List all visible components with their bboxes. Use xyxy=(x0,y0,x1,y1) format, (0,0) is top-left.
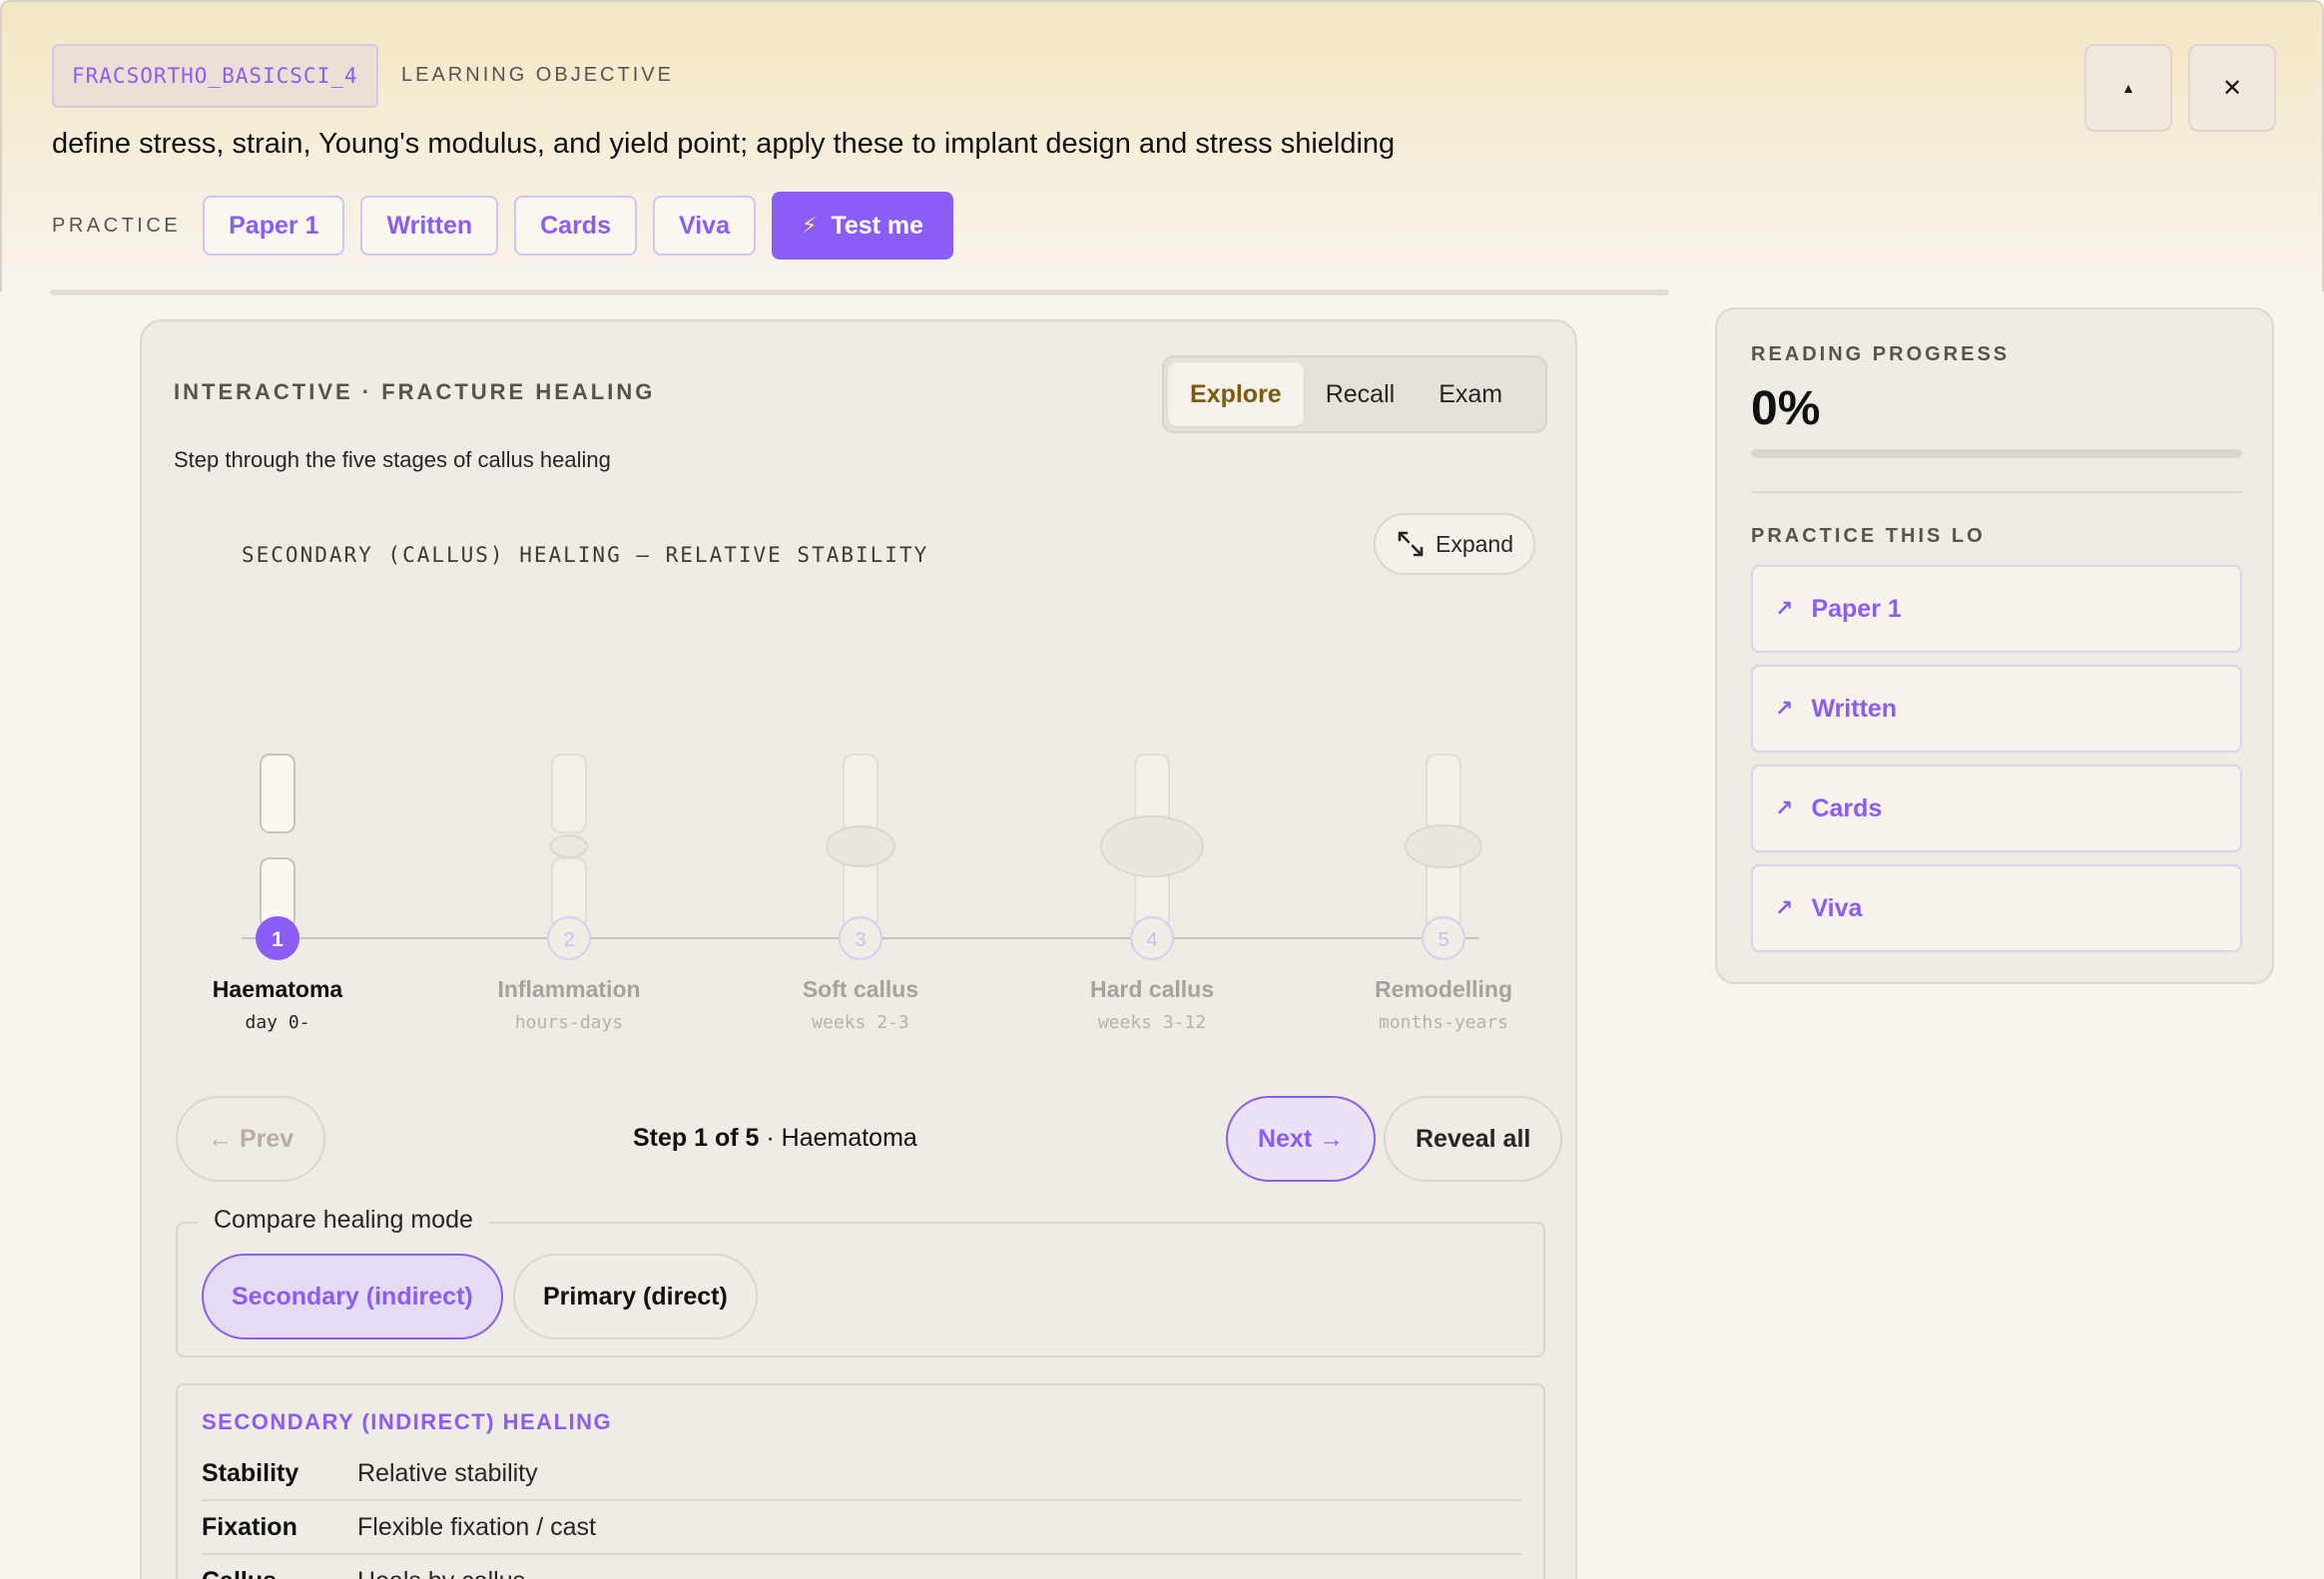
progress-label: READING PROGRESS xyxy=(1751,343,2011,365)
info-value: Heals by callus xyxy=(357,1567,525,1579)
step-count: Step 1 of 5 xyxy=(633,1124,760,1152)
stage-3-soft-callus xyxy=(826,825,895,867)
info-row: Stability Relative stability xyxy=(202,1447,1521,1501)
reading-progress-panel: READING PROGRESS 0% PRACTICE THIS LO ↗ P… xyxy=(1715,307,2274,984)
progress-percent: 0% xyxy=(1751,382,1821,435)
lo-header: FRACSORTHO_BASICSCI_4 LEARNING OBJECTIVE… xyxy=(0,0,2324,291)
stage-5-time: months-years xyxy=(1378,1012,1509,1033)
sidebar-link-viva[interactable]: ↗ Viva xyxy=(1751,864,2242,952)
lo-code-badge: FRACSORTHO_BASICSCI_4 xyxy=(52,44,378,108)
stage-1-name: Haematoma xyxy=(212,976,343,1002)
stage-4-number: 4 xyxy=(1146,929,1157,951)
compare-legend: Compare healing mode xyxy=(198,1206,489,1235)
stage-2-time: hours-days xyxy=(514,1012,624,1033)
arrow-up-right-icon: ↗ xyxy=(1775,596,1794,621)
next-button[interactable]: Next → xyxy=(1226,1096,1377,1182)
stages-svg: 1 2 3 4 5 xyxy=(242,754,1482,960)
stage-1-number: 1 xyxy=(272,928,284,951)
sidebar-link-cards[interactable]: ↗ Cards xyxy=(1751,765,2242,852)
stage-1-time: day 0- xyxy=(245,1012,310,1033)
test-me-button[interactable]: ⚡ Test me xyxy=(771,192,954,260)
info-key: Stability xyxy=(202,1458,299,1487)
header-divider xyxy=(50,289,1669,295)
practice-lo-label: PRACTICE THIS LO xyxy=(1751,525,1986,547)
healing-info-panel: SECONDARY (INDIRECT) HEALING Stability R… xyxy=(176,1383,1545,1579)
stage-3-upper-fragment xyxy=(843,754,878,833)
stage-2-upper-fragment xyxy=(551,754,587,833)
arrow-up-right-icon: ↗ xyxy=(1775,895,1794,920)
info-key: Fixation xyxy=(202,1512,297,1541)
practice-written-button[interactable]: Written xyxy=(360,196,499,256)
stage-5-number: 5 xyxy=(1438,929,1449,951)
mode-primary-button[interactable]: Primary (direct) xyxy=(513,1254,758,1339)
mode-secondary-button[interactable]: Secondary (indirect) xyxy=(202,1254,503,1339)
practice-viva-button[interactable]: Viva xyxy=(653,196,756,256)
step-indicator: Step 1 of 5 · Haematoma xyxy=(633,1124,917,1153)
stage-2-number: 2 xyxy=(563,929,574,951)
info-row: Fixation Flexible fixation / cast xyxy=(202,1501,1521,1555)
caret-up-icon: ▲ xyxy=(2121,80,2135,96)
stage-4-hard-callus xyxy=(1100,815,1204,877)
progress-bar xyxy=(1751,449,2242,458)
info-value: Flexible fixation / cast xyxy=(357,1512,596,1541)
sidebar-link-label: Cards xyxy=(1811,793,1883,822)
practice-paper1-button[interactable]: Paper 1 xyxy=(203,196,345,256)
stage-4-name: Hard callus xyxy=(1090,976,1214,1002)
sidebar-divider xyxy=(1751,491,2242,493)
stage-3-number: 3 xyxy=(855,929,866,951)
stage-5-upper-fragment xyxy=(1426,754,1461,833)
close-button[interactable]: ✕ xyxy=(2188,44,2276,132)
stage-2-haematoma xyxy=(550,834,588,858)
test-me-label: Test me xyxy=(831,211,924,240)
fracture-healing-card: INTERACTIVE · FRACTURE HEALING Explore R… xyxy=(140,319,1577,1579)
stage-1-upper-fragment xyxy=(260,754,295,833)
collapse-button[interactable]: ▲ xyxy=(2084,44,2172,132)
sidebar-link-label: Paper 1 xyxy=(1811,594,1902,623)
sidebar-link-label: Viva xyxy=(1811,893,1863,922)
arrow-up-right-icon: ↗ xyxy=(1775,696,1794,721)
sidebar-link-label: Written xyxy=(1811,694,1898,723)
reveal-all-button[interactable]: Reveal all xyxy=(1384,1096,1563,1182)
stage-5-name: Remodelling xyxy=(1374,976,1512,1002)
prev-button[interactable]: ← Prev xyxy=(176,1096,326,1182)
practice-row: PRACTICE Paper 1 Written Cards Viva ⚡ Te… xyxy=(52,192,969,260)
stage-2-name: Inflammation xyxy=(497,976,641,1002)
stage-3-name: Soft callus xyxy=(802,976,919,1002)
info-row: Callus Heals by callus xyxy=(202,1555,1521,1579)
step-name: · Haematoma xyxy=(766,1124,917,1152)
close-icon: ✕ xyxy=(2221,74,2243,102)
stage-4-time: weeks 3-12 xyxy=(1097,1012,1207,1033)
stage-5-remodelled-callus xyxy=(1405,824,1482,868)
compare-healing-mode: Compare healing mode Secondary (indirect… xyxy=(176,1206,1545,1357)
info-value: Relative stability xyxy=(357,1458,538,1487)
info-title: SECONDARY (INDIRECT) HEALING xyxy=(202,1409,613,1434)
info-key: Callus xyxy=(202,1567,357,1579)
lo-label: LEARNING OBJECTIVE xyxy=(401,64,674,86)
sidebar-link-written[interactable]: ↗ Written xyxy=(1751,665,2242,753)
practice-cards-button[interactable]: Cards xyxy=(514,196,637,256)
lo-title: define stress, strain, Young's modulus, … xyxy=(52,128,1396,160)
healing-stages-diagram: 1 2 3 4 5 Haematoma day 0- Inflammation … xyxy=(142,321,1579,1040)
practice-label: PRACTICE xyxy=(52,214,182,237)
stage-3-time: weeks 2-3 xyxy=(812,1012,909,1033)
arrow-up-right-icon: ↗ xyxy=(1775,795,1794,820)
lightning-icon: ⚡ xyxy=(801,213,818,238)
sidebar-link-paper1[interactable]: ↗ Paper 1 xyxy=(1751,565,2242,653)
